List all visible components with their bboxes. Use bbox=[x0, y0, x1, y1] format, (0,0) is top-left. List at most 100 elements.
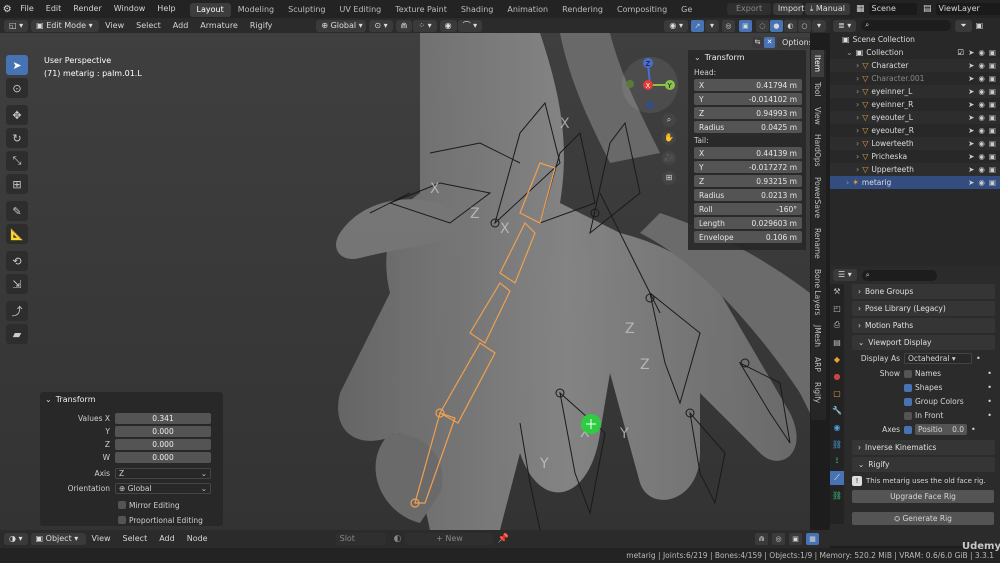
keyframe-dot-icon[interactable]: • bbox=[987, 383, 992, 392]
camera-render-icon[interactable]: ▣ bbox=[989, 126, 996, 135]
pin-icon[interactable]: 📌 bbox=[497, 534, 508, 544]
snap-node-icon[interactable]: ⋒ bbox=[755, 533, 768, 545]
transform-panel-header[interactable]: ⌄ Transform bbox=[688, 50, 806, 65]
world-properties-icon[interactable]: ● bbox=[830, 369, 844, 383]
expand-arrow-icon[interactable]: › bbox=[856, 126, 859, 135]
redo-panel-header[interactable]: ⌄ Transform bbox=[40, 392, 223, 407]
expand-arrow-icon[interactable]: › bbox=[856, 74, 859, 83]
camera-render-icon[interactable]: ▣ bbox=[989, 152, 996, 161]
outliner-item[interactable]: › ▽ eyeinner_L ➤ ◉ ▣ bbox=[830, 85, 1000, 98]
data-properties-icon[interactable]: ⟟ bbox=[830, 454, 844, 468]
tool-properties-icon[interactable]: ⚒ bbox=[830, 284, 844, 298]
expand-arrow-icon[interactable]: › bbox=[856, 61, 859, 70]
vp-menu-armature[interactable]: Armature bbox=[194, 17, 244, 35]
camera-render-icon[interactable]: ▣ bbox=[989, 74, 996, 83]
eye-icon[interactable]: ◉ bbox=[978, 48, 985, 57]
head-x-field[interactable]: X 0.41794 m bbox=[694, 79, 802, 91]
scene-selector[interactable]: Scene bbox=[868, 3, 918, 15]
outliner-item[interactable]: › ▽ eyeouter_R ➤ ◉ ▣ bbox=[830, 124, 1000, 137]
select-arrow-icon[interactable]: ➤ bbox=[968, 165, 974, 174]
backdrop-icon[interactable]: ▣ bbox=[789, 533, 802, 545]
panel-viewport-display[interactable]: ⌄ Viewport Display bbox=[852, 335, 995, 350]
keyframe-dot-icon[interactable]: • bbox=[987, 397, 992, 406]
scale-tool[interactable]: ⤡ bbox=[6, 151, 28, 171]
mirror-x-icon[interactable]: ⇆ bbox=[752, 37, 763, 48]
redo-value-field[interactable]: 0.000 bbox=[115, 425, 211, 437]
outliner-item[interactable]: › ▽ Lowerteeth ➤ ◉ ▣ bbox=[830, 137, 1000, 150]
envelope-tool[interactable]: ▰ bbox=[6, 324, 28, 344]
outliner-item[interactable]: › ✶ metarig ➤ ◉ ▣ bbox=[830, 176, 1000, 189]
upgrade-face-rig-button[interactable]: Upgrade Face Rig bbox=[852, 490, 994, 503]
vp-menu-rigify[interactable]: Rigify bbox=[244, 17, 279, 35]
gizmo-toggle[interactable]: ↗ bbox=[690, 19, 704, 32]
expand-arrow-icon[interactable]: › bbox=[856, 165, 859, 174]
orientation-dropdown[interactable]: ⊕ Global ⌄ bbox=[115, 482, 211, 494]
shading-wireframe[interactable]: ◌ bbox=[755, 19, 769, 32]
redo-value-field[interactable]: 0.000 bbox=[115, 451, 211, 463]
constraint-properties-icon[interactable]: ⛓ bbox=[830, 437, 844, 451]
overlay-node-icon[interactable]: ◎ bbox=[772, 533, 785, 545]
display-as-dropdown[interactable]: Octahedral ▾ bbox=[904, 353, 972, 364]
tab-rendering[interactable]: Rendering bbox=[555, 3, 610, 17]
extrude-tool[interactable]: ⤴ bbox=[6, 301, 28, 321]
shading-solid[interactable]: ● bbox=[769, 19, 783, 32]
keyframe-dot-icon[interactable]: • bbox=[971, 425, 976, 434]
show-option-row[interactable]: In Front • bbox=[852, 409, 998, 422]
rotate-tool[interactable]: ↻ bbox=[6, 128, 28, 148]
tab-compositing[interactable]: Compositing bbox=[610, 3, 674, 17]
properties-search-input[interactable]: ⌕ bbox=[861, 269, 937, 281]
visibility-selector[interactable]: ◉ ▾ bbox=[664, 19, 688, 32]
tail-length-field[interactable]: Length 0.029603 m bbox=[694, 217, 802, 229]
keyframe-dot-icon[interactable]: • bbox=[987, 369, 992, 378]
mode-selector[interactable]: ▣ Edit Mode ▾ bbox=[31, 19, 100, 32]
menu-edit[interactable]: Edit bbox=[40, 0, 68, 18]
tail-envelope-field[interactable]: Envelope 0.106 m bbox=[694, 231, 802, 243]
tail-y-field[interactable]: Y -0.017272 m bbox=[694, 161, 802, 173]
proportional-toggle[interactable]: ◉ bbox=[439, 19, 457, 32]
show-option-checkbox[interactable] bbox=[904, 397, 912, 406]
tab-jmesh[interactable]: JMesh bbox=[811, 320, 824, 352]
expand-arrow-icon[interactable]: ⌄ bbox=[846, 48, 853, 57]
menu-window[interactable]: Window bbox=[108, 0, 152, 18]
tab-arp[interactable]: ARP bbox=[811, 352, 824, 377]
blender-logo-icon[interactable]: ⚙ bbox=[0, 4, 14, 15]
tab-modeling[interactable]: Modeling bbox=[231, 3, 281, 17]
mirror-editing-checkbox[interactable] bbox=[118, 501, 126, 509]
show-option-checkbox[interactable] bbox=[904, 369, 912, 378]
head-radius-field[interactable]: Radius 0.0425 m bbox=[694, 121, 802, 133]
bottom-menu-node[interactable]: Node bbox=[181, 530, 214, 548]
tab-layout[interactable]: Layout bbox=[189, 3, 231, 17]
head-y-field[interactable]: Y -0.014102 m bbox=[694, 93, 802, 105]
outliner-item[interactable]: › ▽ eyeouter_L ➤ ◉ ▣ bbox=[830, 111, 1000, 124]
roll-tool[interactable]: ⟲ bbox=[6, 251, 28, 271]
tab-texture-paint[interactable]: Texture Paint bbox=[388, 3, 454, 17]
outliner-search-input[interactable]: ⌕ bbox=[861, 20, 952, 31]
zoom-icon[interactable]: ⌕ bbox=[662, 113, 676, 127]
select-arrow-icon[interactable]: ➤ bbox=[968, 178, 974, 187]
panel-inverse-kinematics[interactable]: › Inverse Kinematics bbox=[852, 440, 995, 455]
outliner-item[interactable]: ⌄ ▣ Collection ☑ ➤ ◉ ▣ bbox=[830, 46, 1000, 59]
new-material-button[interactable]: + New bbox=[405, 533, 494, 545]
transform-tool[interactable]: ⊞ bbox=[6, 174, 28, 194]
xray-toggle[interactable]: ▣ bbox=[738, 19, 752, 32]
vp-menu-select[interactable]: Select bbox=[130, 17, 167, 35]
eye-icon[interactable]: ◉ bbox=[978, 100, 985, 109]
annotate-tool[interactable]: ✎ bbox=[6, 201, 28, 221]
axis-dropdown[interactable]: Z ⌄ bbox=[115, 467, 211, 479]
output-properties-icon[interactable]: ⎙ bbox=[830, 318, 844, 332]
select-arrow-icon[interactable]: ➤ bbox=[968, 113, 974, 122]
camera-render-icon[interactable]: ▣ bbox=[989, 113, 996, 122]
show-option-checkbox[interactable] bbox=[904, 383, 912, 392]
select-arrow-icon[interactable]: ➤ bbox=[968, 152, 974, 161]
eye-icon[interactable]: ◉ bbox=[978, 178, 985, 187]
snap-selector[interactable]: ⁘ ▾ bbox=[413, 19, 437, 32]
expand-arrow-icon[interactable]: › bbox=[856, 100, 859, 109]
pan-hand-icon[interactable]: ✋ bbox=[662, 131, 676, 145]
proportional-editing-checkbox[interactable] bbox=[118, 516, 126, 524]
eye-icon[interactable]: ◉ bbox=[978, 61, 985, 70]
outliner-item[interactable]: › ▽ Character.001 ➤ ◉ ▣ bbox=[830, 72, 1000, 85]
bottom-menu-view[interactable]: View bbox=[86, 530, 117, 548]
tab-bone-layers[interactable]: Bone Layers bbox=[811, 264, 824, 320]
slot-selector[interactable]: Slot bbox=[335, 533, 386, 545]
render-properties-icon[interactable]: ◰ bbox=[830, 301, 844, 315]
